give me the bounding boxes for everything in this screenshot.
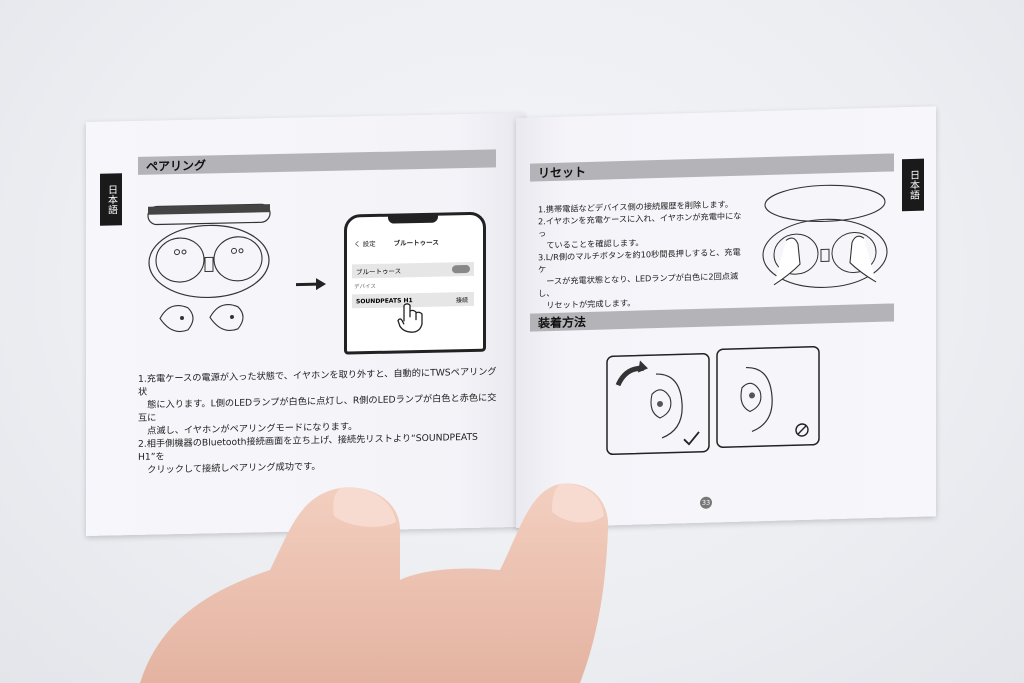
hand-holding-booklet [140, 483, 609, 683]
pairing-heading: ペアリング [138, 149, 496, 175]
language-tab: 日本語 [100, 173, 122, 226]
bluetooth-toggle[interactable] [452, 264, 470, 274]
bluetooth-row-label: ブルートゥース [356, 267, 402, 277]
reset-case-illustration [762, 184, 888, 288]
pairing-instructions: 1.充電ケースの電源が入った状態で、イヤホンを取り外すと、自動的にTWSペアリン… [138, 365, 500, 477]
reset-steps: 1.携帯電話などデバイス側の接続履歴を削除します。 2.イヤホンを充電ケースに入… [538, 198, 748, 312]
arrow-right-icon [296, 278, 326, 291]
reset-heading: リセット [530, 153, 894, 182]
charging-case-illustration [147, 203, 271, 333]
correct-wearing-illustration [606, 353, 710, 456]
pointing-hand-icon [397, 303, 423, 333]
page-number: 33 [700, 496, 712, 509]
phone-illustration: く 設定 ブルートゥース ブルートゥース デバイス SOUNDPEATS H1 … [344, 211, 486, 355]
language-tab: 日本語 [902, 158, 924, 212]
phone-back-label: く 設定 [354, 239, 376, 249]
devices-label: デバイス [354, 283, 376, 291]
right-page: リセット 日本語 1.携帯電話などデバイス側の接続履歴を削除します。 2.イヤホ… [516, 106, 936, 528]
incorrect-wearing-illustration [716, 345, 820, 448]
device-status: 接続 [455, 296, 468, 304]
phone-screen-title: ブルートゥース [393, 238, 439, 248]
